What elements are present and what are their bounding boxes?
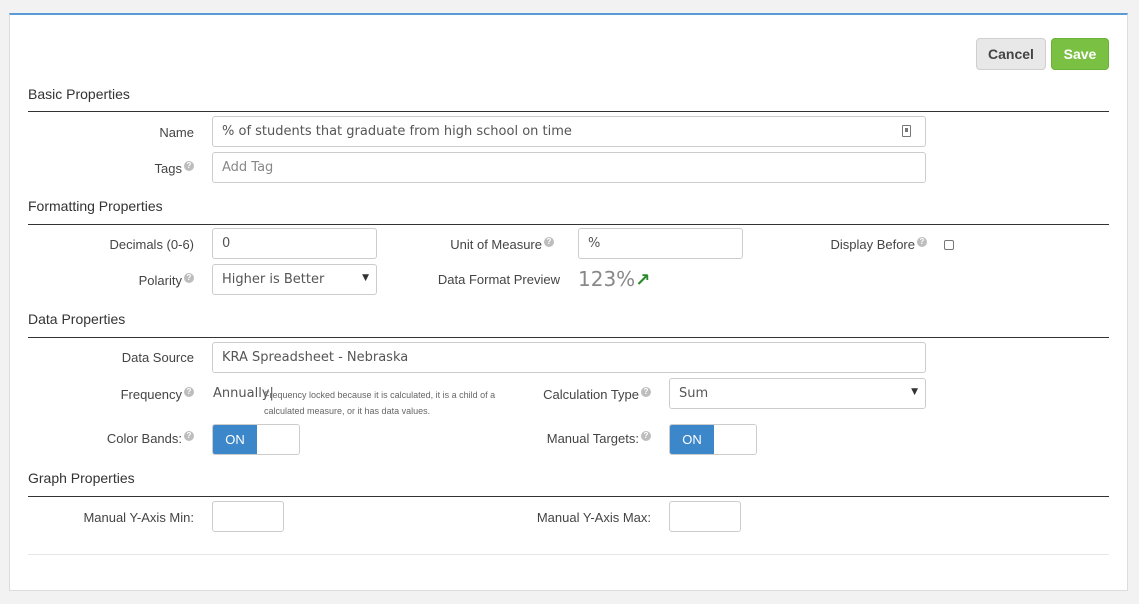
- data-format-preview: 123%↗: [578, 267, 650, 291]
- manual-targets-toggle[interactable]: ON: [669, 424, 757, 455]
- y-axis-max-input[interactable]: [669, 501, 741, 532]
- manual-targets-label: Manual Targets:: [546, 431, 639, 446]
- save-button[interactable]: Save: [1051, 38, 1109, 70]
- data-properties-divider: [28, 337, 1109, 338]
- frequency-label: Frequency: [120, 387, 182, 402]
- name-field[interactable]: % of students that graduate from high sc…: [212, 116, 926, 147]
- tags-label: Tags: [154, 161, 182, 176]
- y-axis-max-label: Manual Y-Axis Max:: [536, 510, 651, 525]
- formatting-properties-heading: Formatting Properties: [28, 198, 163, 214]
- tags-placeholder: Add Tag: [222, 160, 274, 175]
- frequency-locked-note: Frequency locked because it is calculate…: [264, 390, 496, 416]
- help-icon[interactable]: ?: [544, 237, 554, 247]
- tags-input[interactable]: Add Tag: [212, 152, 926, 183]
- graph-properties-divider: [28, 496, 1109, 497]
- color-bands-label-wrap: Color Bands:?: [107, 431, 194, 446]
- help-icon[interactable]: ?: [184, 273, 194, 283]
- color-bands-off[interactable]: [257, 425, 299, 454]
- display-before-label-wrap: Display Before?: [830, 237, 927, 252]
- calculation-type-value: Sum: [679, 386, 709, 401]
- color-bands-toggle[interactable]: ON: [212, 424, 300, 455]
- calculation-type-label: Calculation Type: [543, 387, 639, 402]
- formatting-properties-divider: [28, 224, 1109, 225]
- data-format-preview-label: Data Format Preview: [437, 272, 560, 287]
- graph-properties-heading: Graph Properties: [28, 470, 135, 486]
- measure-properties-panel: Cancel Save Basic Properties Name % of s…: [9, 13, 1128, 591]
- frequency-label-wrap: Frequency?: [121, 387, 194, 402]
- display-before-checkbox[interactable]: [944, 240, 954, 250]
- polarity-select[interactable]: Higher is Better ▼: [212, 264, 377, 295]
- dropdown-arrow-icon: ▼: [911, 387, 918, 397]
- trend-up-arrow-icon: ↗: [635, 270, 651, 291]
- help-icon[interactable]: ?: [641, 387, 651, 397]
- data-source-input[interactable]: KRA Spreadsheet - Nebraska: [212, 342, 926, 373]
- data-source-value: KRA Spreadsheet - Nebraska: [222, 350, 409, 365]
- contact-card-icon[interactable]: [902, 125, 911, 137]
- calculation-type-label-wrap: Calculation Type?: [543, 387, 651, 402]
- y-axis-min-label: Manual Y-Axis Min:: [83, 510, 194, 525]
- help-icon[interactable]: ?: [184, 387, 194, 397]
- display-before-label: Display Before: [830, 237, 915, 252]
- footer-divider: [28, 554, 1109, 555]
- basic-properties-divider: [28, 111, 1109, 112]
- color-bands-on[interactable]: ON: [213, 425, 257, 454]
- preview-value: 123%: [578, 267, 636, 291]
- name-value: % of students that graduate from high sc…: [222, 124, 572, 139]
- data-source-label: Data Source: [121, 350, 194, 365]
- dropdown-arrow-icon: ▼: [362, 273, 369, 283]
- manual-targets-off[interactable]: [714, 425, 756, 454]
- name-label: Name: [159, 125, 194, 140]
- data-properties-heading: Data Properties: [28, 311, 126, 327]
- decimals-value: 0: [222, 236, 231, 251]
- polarity-value: Higher is Better: [222, 272, 325, 287]
- y-axis-min-input[interactable]: [212, 501, 284, 532]
- manual-targets-on[interactable]: ON: [670, 425, 714, 454]
- unit-of-measure-label: Unit of Measure: [450, 237, 542, 252]
- unit-of-measure-value: %: [588, 236, 601, 251]
- help-icon[interactable]: ?: [641, 431, 651, 441]
- calculation-type-select[interactable]: Sum ▼: [669, 378, 926, 409]
- decimals-input[interactable]: 0: [212, 228, 377, 259]
- cancel-button[interactable]: Cancel: [976, 38, 1046, 70]
- help-icon[interactable]: ?: [184, 431, 194, 441]
- decimals-label: Decimals (0-6): [109, 237, 194, 252]
- polarity-label-wrap: Polarity?: [139, 273, 194, 288]
- unit-label-wrap: Unit of Measure?: [450, 237, 554, 252]
- polarity-label: Polarity: [138, 273, 182, 288]
- help-icon[interactable]: ?: [184, 161, 194, 171]
- help-icon[interactable]: ?: [917, 237, 927, 247]
- basic-properties-heading: Basic Properties: [28, 86, 130, 102]
- manual-targets-label-wrap: Manual Targets:?: [547, 431, 651, 446]
- tags-label-wrap: Tags?: [155, 161, 194, 176]
- unit-of-measure-input[interactable]: %: [578, 228, 743, 259]
- color-bands-label: Color Bands:: [106, 431, 182, 446]
